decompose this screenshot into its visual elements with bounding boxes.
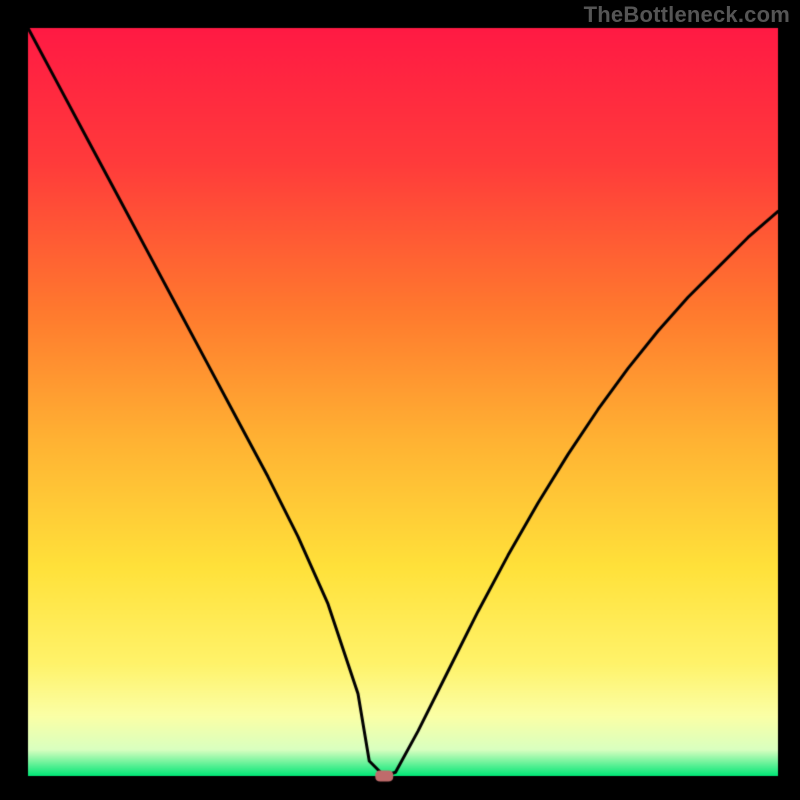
bottleneck-chart — [0, 0, 800, 800]
watermark-text: TheBottleneck.com — [584, 2, 790, 28]
